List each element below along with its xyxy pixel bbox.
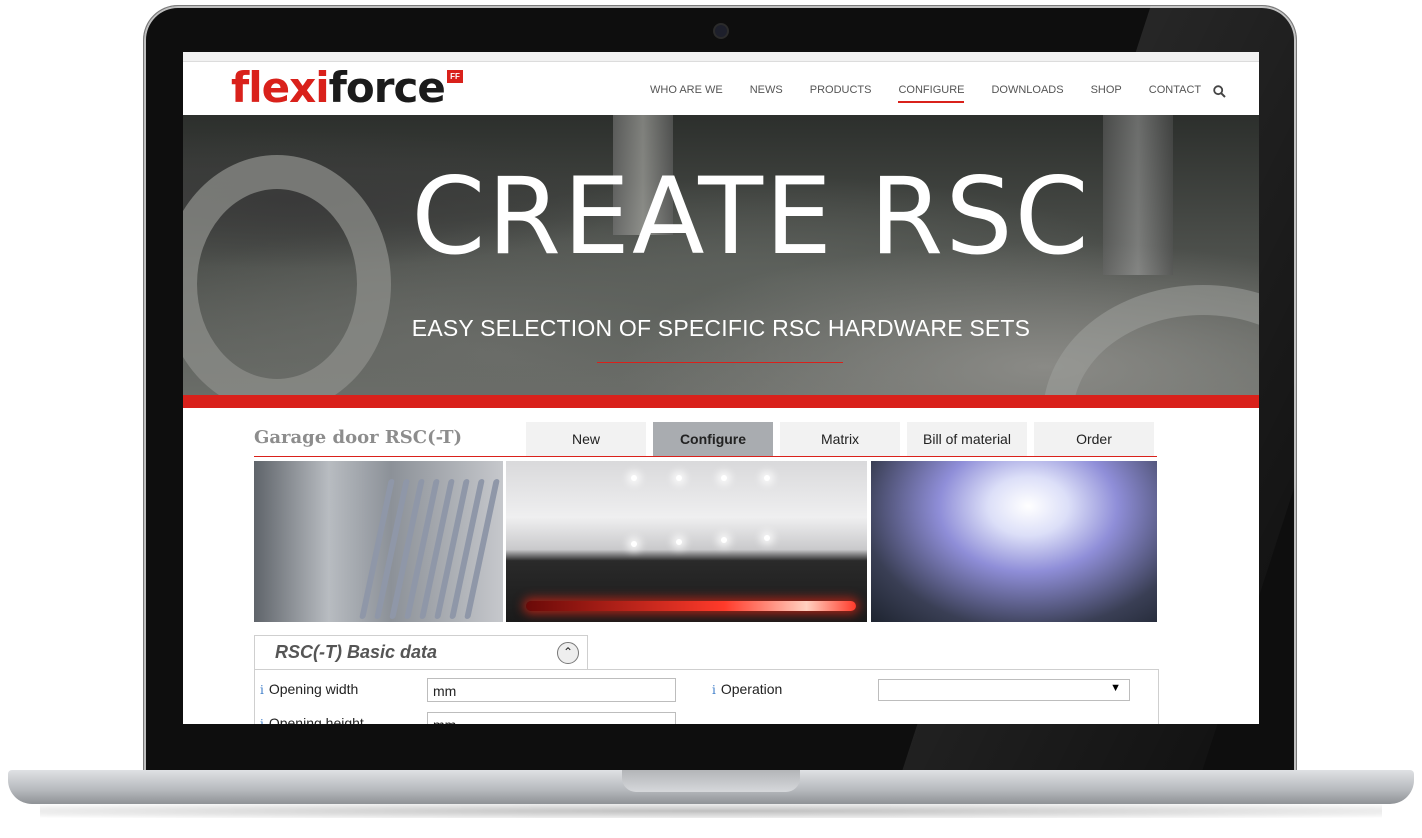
opening-width-text: Opening width [268,681,359,697]
info-icon[interactable]: i [712,683,716,697]
search-icon[interactable] [1213,85,1226,98]
ceiling-light [631,475,637,481]
nav-item-products[interactable]: PRODUCTS [810,84,872,103]
red-band [183,395,1259,408]
nav-item-news[interactable]: NEWS [750,84,783,103]
tab-matrix[interactable]: Matrix [780,422,900,456]
dropdown-arrow-icon: ▼ [1110,682,1121,694]
hero-banner: CREATE RSC EASY SELECTION OF SPECIFIC RS… [183,115,1259,395]
basic-data-panel-tab: RSC(-T) Basic data ⌃ [254,635,588,670]
nav-item-who-are-we[interactable]: WHO ARE WE [650,84,723,103]
product-photo-spring [254,461,503,622]
hero-title: CREATE RSC [411,155,1091,278]
nav-item-configure[interactable]: CONFIGURE [898,84,965,103]
product-title: Garage door RSC(-T) [254,427,463,448]
operation-select[interactable]: ▼ [878,679,1130,701]
ceiling-light [721,475,727,481]
operation-text: Operation [720,681,783,697]
hero-divider [597,362,843,363]
tail-light [526,601,856,611]
tab-order[interactable]: Order [1034,422,1154,456]
ceiling-light [764,475,770,481]
tabs-underline [254,456,1157,457]
logo-text-flexi: flexi [231,63,330,112]
ceiling-light [676,475,682,481]
tab-bill-of-material[interactable]: Bill of material [907,422,1027,456]
info-icon[interactable]: i [260,683,264,697]
opening-width-input[interactable]: mm [427,678,676,702]
browser-viewport: flexiforce FF WHO ARE WE NEWS PRODUCTS C… [183,52,1259,724]
nav-item-shop[interactable]: SHOP [1091,84,1122,103]
nav-item-contact[interactable]: CONTACT [1149,84,1201,103]
tab-configure[interactable]: Configure [653,422,773,456]
panel-title: RSC(-T) Basic data [275,642,438,662]
top-strip [183,52,1259,62]
product-photo-car-garage [506,461,867,622]
logo-text-force: force [328,63,446,112]
laptop-shadow [40,804,1382,818]
ceiling-light [676,539,682,545]
info-icon[interactable]: i [260,717,264,724]
logo-badge: FF [447,70,463,83]
ceiling-light [631,541,637,547]
operation-label: i Operation [712,681,782,697]
opening-height-label: i Opening height [260,715,364,724]
ceiling-light [764,535,770,541]
opening-width-label: i Opening width [260,681,358,697]
laptop-notch [622,770,800,792]
opening-height-text: Opening height [268,715,364,724]
tab-new[interactable]: New [526,422,646,456]
nav-item-downloads[interactable]: DOWNLOADS [991,84,1063,103]
opening-height-input[interactable]: mm [427,712,676,724]
camera-icon [715,25,727,37]
hero-subtitle: EASY SELECTION OF SPECIFIC RSC HARDWARE … [411,315,1031,341]
ceiling-light [721,537,727,543]
site-logo[interactable]: flexiforce [231,63,446,112]
configurator-tabs: New Configure Matrix Bill of material Or… [526,422,1161,456]
product-photo-light-unit [871,461,1157,622]
main-nav: WHO ARE WE NEWS PRODUCTS CONFIGURE DOWNL… [650,84,1228,103]
chevron-up-icon[interactable]: ⌃ [557,642,579,664]
